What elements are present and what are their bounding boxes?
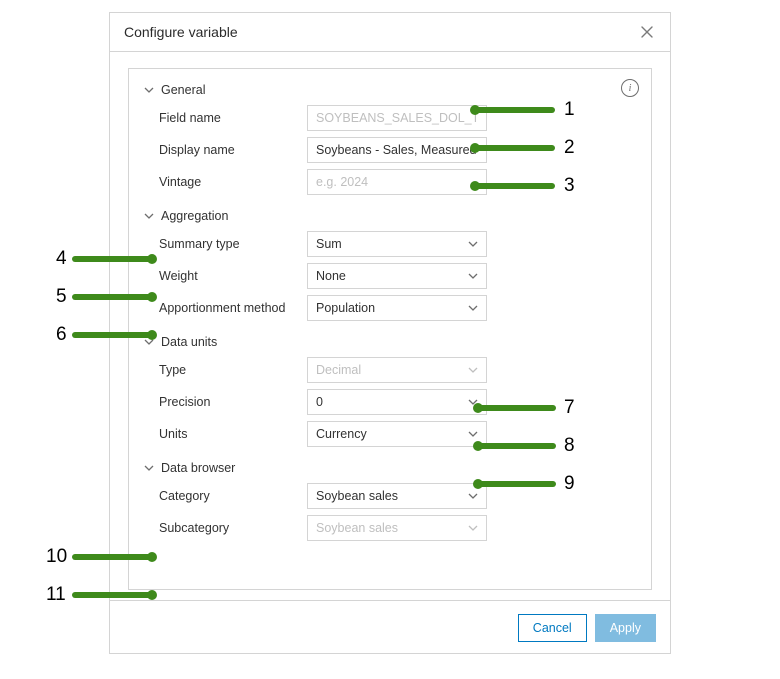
chevron-down-icon (468, 429, 478, 439)
chevron-down-icon (143, 84, 155, 96)
annotation-dot (147, 292, 157, 302)
apportionment-value: Population (316, 301, 375, 315)
precision-label: Precision (143, 395, 307, 409)
annotation-leader (72, 554, 152, 560)
section-toggle-data-units[interactable]: Data units (143, 335, 637, 349)
annotation-leader (475, 183, 555, 189)
summary-type-value: Sum (316, 237, 342, 251)
annotation-number: 7 (564, 397, 575, 419)
annotation-number: 8 (564, 435, 575, 457)
category-label: Category (143, 489, 307, 503)
cancel-button[interactable]: Cancel (518, 614, 587, 642)
annotation-leader (72, 256, 152, 262)
weight-select[interactable]: None (307, 263, 487, 289)
category-select[interactable]: Soybean sales (307, 483, 487, 509)
weight-label: Weight (143, 269, 307, 283)
section-title-aggregation: Aggregation (161, 209, 228, 223)
chevron-down-icon (468, 239, 478, 249)
vintage-label: Vintage (143, 175, 307, 189)
field-name-input (307, 105, 487, 131)
section-title-data-units: Data units (161, 335, 217, 349)
annotation-leader (72, 294, 152, 300)
annotation-dot (473, 479, 483, 489)
subcategory-label: Subcategory (143, 521, 307, 535)
annotation-number: 10 (46, 546, 67, 568)
type-value: Decimal (316, 363, 361, 377)
units-value: Currency (316, 427, 367, 441)
category-value: Soybean sales (316, 489, 398, 503)
annotation-number: 11 (46, 584, 66, 606)
subcategory-select: Soybean sales (307, 515, 487, 541)
annotation-number: 2 (564, 137, 575, 159)
annotation-number: 9 (564, 473, 575, 495)
annotation-number: 5 (56, 286, 67, 308)
type-select: Decimal (307, 357, 487, 383)
info-icon[interactable]: i (621, 79, 639, 97)
annotation-dot (470, 143, 480, 153)
units-select[interactable]: Currency (307, 421, 487, 447)
dialog-header: Configure variable (110, 13, 670, 52)
precision-value: 0 (316, 395, 323, 409)
annotation-dot (147, 590, 157, 600)
subcategory-value: Soybean sales (316, 521, 398, 535)
summary-type-select[interactable]: Sum (307, 231, 487, 257)
annotation-leader (475, 107, 555, 113)
annotation-leader (478, 481, 556, 487)
display-name-input[interactable] (307, 137, 487, 163)
apportionment-label: Apportionment method (143, 301, 307, 315)
apply-button[interactable]: Apply (595, 614, 656, 642)
annotation-dot (473, 441, 483, 451)
annotation-leader (72, 332, 152, 338)
chevron-down-icon (468, 303, 478, 313)
dialog-body: i General Field name (110, 52, 670, 600)
annotation-dot (147, 254, 157, 264)
apportionment-select[interactable]: Population (307, 295, 487, 321)
section-toggle-data-browser[interactable]: Data browser (143, 461, 637, 475)
annotation-dot (470, 181, 480, 191)
annotation-number: 1 (564, 99, 575, 121)
chevron-down-icon (468, 523, 478, 533)
units-label: Units (143, 427, 307, 441)
annotation-number: 6 (56, 324, 67, 346)
summary-type-label: Summary type (143, 237, 307, 251)
chevron-down-icon (143, 210, 155, 222)
precision-select[interactable]: 0 (307, 389, 487, 415)
configure-variable-dialog: Configure variable i General Field name (109, 12, 671, 654)
vintage-input[interactable] (307, 169, 487, 195)
annotation-dot (470, 105, 480, 115)
chevron-down-icon (468, 365, 478, 375)
annotation-dot (147, 330, 157, 340)
weight-value: None (316, 269, 346, 283)
chevron-down-icon (143, 462, 155, 474)
section-title-general: General (161, 83, 205, 97)
chevron-down-icon (468, 491, 478, 501)
section-toggle-general[interactable]: General (143, 83, 637, 97)
dialog-footer: Cancel Apply (110, 600, 670, 655)
annotation-dot (147, 552, 157, 562)
type-label: Type (143, 363, 307, 377)
section-title-data-browser: Data browser (161, 461, 235, 475)
annotation-number: 3 (564, 175, 575, 197)
field-name-label: Field name (143, 111, 307, 125)
annotation-number: 4 (56, 248, 67, 270)
annotation-leader (478, 405, 556, 411)
annotation-dot (473, 403, 483, 413)
close-icon[interactable] (638, 23, 656, 41)
display-name-label: Display name (143, 143, 307, 157)
chevron-down-icon (468, 271, 478, 281)
annotation-leader (478, 443, 556, 449)
annotation-leader (72, 592, 152, 598)
section-toggle-aggregation[interactable]: Aggregation (143, 209, 637, 223)
dialog-title: Configure variable (124, 24, 238, 40)
annotation-leader (475, 145, 555, 151)
